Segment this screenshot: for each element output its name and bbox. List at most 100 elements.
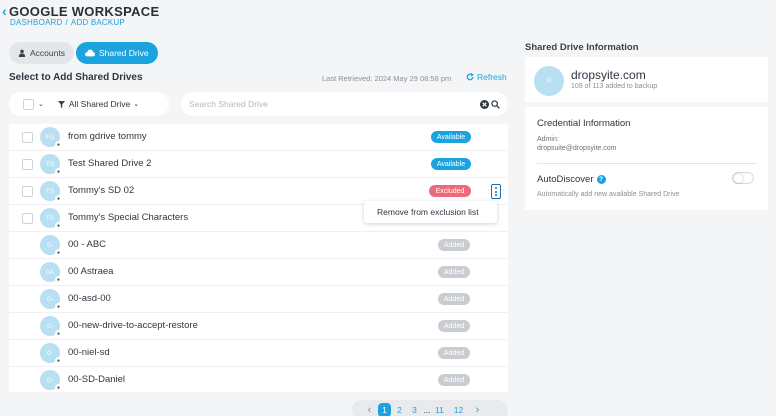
search-placeholder: Search Shared Drive [189, 99, 268, 109]
avatar: 0- ● [40, 235, 62, 256]
status-badge: Added [438, 239, 470, 251]
next-page-button[interactable]: › [470, 404, 485, 416]
lock-icon: ● [55, 384, 62, 391]
avatar: 0- ● [40, 343, 62, 364]
page-1-button[interactable]: 1 [378, 403, 391, 416]
domain-card: D dropsyite.com 109 of 113 added to back… [525, 57, 768, 102]
admin-email: dropsuite@dropsyite.com [537, 145, 617, 152]
refresh-button[interactable]: Refresh [466, 72, 507, 82]
divider [537, 163, 757, 164]
status-badge: Added [438, 293, 470, 305]
autodiscover-toggle[interactable] [732, 172, 754, 184]
drive-name: 00-niel-sd [68, 347, 110, 358]
remove-from-exclusion-menu-item[interactable]: Remove from exclusion list [364, 201, 497, 223]
refresh-icon [466, 73, 474, 81]
domain-name: dropsyite.com [571, 68, 646, 82]
table-row[interactable]: 0- ● 00-niel-sd Added [9, 340, 508, 367]
page-title: ‹ GOOGLE WORKSPACE [2, 3, 159, 19]
row-checkbox[interactable] [22, 159, 33, 170]
help-icon[interactable]: ? [596, 175, 606, 184]
lock-icon: ● [55, 249, 62, 256]
row-checkbox[interactable] [22, 186, 33, 197]
backup-count: 109 of 113 added to backup [571, 83, 658, 90]
avatar-initials: 0- [47, 376, 53, 384]
avatar: TS ● [40, 154, 62, 175]
select-all-checkbox[interactable] [23, 98, 34, 110]
page-ellipsis: ... [423, 405, 431, 415]
search-input[interactable]: Search Shared Drive [181, 92, 508, 116]
table-row[interactable]: 0- ● 00-SD-Daniel Added [9, 367, 508, 394]
avatar-initials: 0- [47, 295, 53, 303]
tab-shared-drive[interactable]: Shared Drive [75, 42, 158, 64]
lock-icon: ● [55, 168, 62, 175]
lock-icon: ● [55, 195, 62, 202]
cloud-icon [84, 49, 95, 57]
chevron-down-icon: ⌄ [133, 101, 140, 108]
drive-name: 00-SD-Daniel [68, 374, 126, 385]
page-11-button[interactable]: 11 [432, 405, 447, 415]
avatar-initials: 0- [47, 322, 53, 330]
chevron-left-icon[interactable]: ‹ [2, 3, 7, 19]
panel-title: Shared Drive Information [525, 42, 639, 53]
breadcrumb: DASHBOARD / ADD BACKUP [10, 18, 125, 27]
avatar: 0- ● [40, 316, 62, 337]
table-row[interactable]: 0A ● 00 Astraea Added [9, 259, 508, 286]
autodiscover-title: AutoDiscover ? [537, 174, 606, 185]
drive-list: FG ● from gdrive tommy Available TS ● Test… [9, 124, 508, 392]
drive-name: 00-asd-00 [68, 293, 111, 304]
avatar-initials: TS [45, 214, 55, 222]
refresh-label: Refresh [477, 72, 507, 82]
table-row[interactable]: 0- ● 00-asd-00 Added [9, 286, 508, 313]
tab-accounts[interactable]: Accounts [9, 42, 74, 64]
tab-shared-drive-label: Shared Drive [98, 48, 149, 58]
chevron-down-icon[interactable]: ⌄ [38, 100, 44, 108]
lock-icon: ● [55, 141, 62, 148]
autodiscover-label: AutoDiscover [537, 174, 594, 185]
avatar: TS ● [40, 181, 62, 202]
table-row[interactable]: 0- ● 00 - ABC Added [9, 232, 508, 259]
drive-name: Test Shared Drive 2 [68, 158, 152, 169]
avatar-initials: 0A [46, 268, 54, 276]
clear-icon[interactable] [480, 99, 489, 109]
avatar: TS ● [40, 208, 62, 229]
status-badge: Available [431, 131, 471, 143]
credential-card: Credential Information Admin: dropsuite@… [525, 107, 768, 210]
more-options-icon[interactable] [491, 184, 501, 199]
filter-icon [57, 100, 65, 108]
avatar-initials: TS [45, 160, 55, 168]
table-row[interactable]: 0- ● 00-new-drive-to-accept-restore Added [9, 313, 508, 340]
avatar: 0A ● [40, 262, 62, 283]
page-2-button[interactable]: 2 [392, 405, 407, 415]
lock-icon: ● [55, 222, 62, 229]
status-badge: Added [438, 374, 470, 386]
row-checkbox[interactable] [22, 213, 33, 224]
drive-name: Tommy's SD 02 [68, 185, 135, 196]
breadcrumb-add-backup[interactable]: ADD BACKUP [71, 18, 125, 27]
filter-label: All Shared Drive [68, 99, 131, 109]
toggle-knob [734, 174, 743, 183]
section-title: Select to Add Shared Drives [9, 72, 143, 83]
pagination: ‹ 1 2 3 ... 11 12 › [352, 400, 508, 416]
status-badge: Added [438, 347, 470, 359]
drive-name: 00-new-drive-to-accept-restore [68, 320, 198, 331]
table-row[interactable]: FG ● from gdrive tommy Available [9, 124, 508, 151]
drive-name: Tommy's Special Characters [68, 212, 189, 223]
status-badge: Added [438, 266, 470, 278]
avatar-initials: FG [45, 133, 55, 141]
last-retrieved: Last Retrieved: 2024 May 29 08:58 pm [322, 74, 452, 83]
lock-icon: ● [55, 276, 62, 283]
filter-dropdown[interactable]: All Shared Drive ⌄ [69, 99, 139, 109]
row-checkbox[interactable] [22, 132, 33, 143]
breadcrumb-separator: / [65, 18, 68, 27]
table-row[interactable]: TS ● Test Shared Drive 2 Available [9, 151, 508, 178]
page-3-button[interactable]: 3 [407, 405, 422, 415]
breadcrumb-dashboard[interactable]: DASHBOARD [10, 18, 62, 27]
page-12-button[interactable]: 12 [451, 405, 466, 415]
avatar: D [534, 66, 564, 96]
prev-page-button[interactable]: ‹ [362, 404, 377, 416]
lock-icon: ● [55, 330, 62, 337]
admin-label: Admin: [537, 136, 559, 143]
avatar-initials: 0- [47, 241, 53, 249]
search-icon[interactable] [491, 99, 500, 109]
page-title-text: GOOGLE WORKSPACE [8, 3, 160, 19]
